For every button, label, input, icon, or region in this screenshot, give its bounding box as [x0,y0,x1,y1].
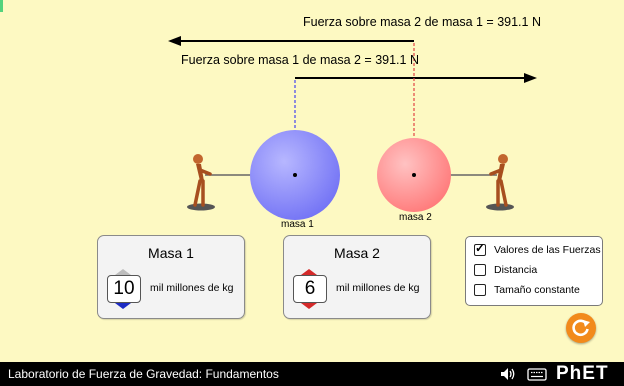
options-panel: ✓ Valores de las Fuerzas Distancia Tamañ… [465,236,603,306]
checkmark-icon: ✓ [475,241,486,255]
mass1-control-panel: Masa 1 10 mil millones de kg [97,235,245,319]
option-constant-size[interactable]: Tamaño constante [474,282,580,298]
force-arrow-on-mass2 [168,36,414,46]
checkbox-force-values[interactable]: ✓ [474,241,486,256]
mass2-panel-title: Masa 2 [334,245,380,261]
mass1-label: masa 1 [281,219,314,230]
force-arrow-on-mass1 [295,73,537,83]
mass2-control-panel: Masa 2 6 mil millones de kg [283,235,431,319]
mass2-value[interactable]: 6 [293,275,327,303]
mass2-label: masa 2 [399,212,432,223]
mass1-decrement-arrow[interactable] [115,303,131,309]
option-distance-label: Distancia [494,264,538,276]
right-puller-figure[interactable] [486,154,514,211]
footer-icons [501,368,547,381]
option-force-values[interactable]: ✓ Valores de las Fuerzas [474,242,601,258]
sim-screen: Fuerza sobre masa 2 de masa 1 = 391.1 N … [0,0,624,386]
checkbox-distance[interactable] [474,264,486,276]
mass1-spinner[interactable]: 10 [107,269,141,309]
mass2-center-dot [412,173,416,177]
left-puller-figure[interactable] [187,154,215,211]
mass1-value[interactable]: 10 [107,275,141,303]
sim-title: Laboratorio de Fuerza de Gravedad: Funda… [8,367,279,381]
phet-logo[interactable]: PhET [556,363,609,385]
mass1-panel-title: Masa 1 [148,245,194,261]
option-constant-size-label: Tamaño constante [494,284,580,296]
reset-all-button[interactable] [566,313,596,343]
mass1-center-dot [293,173,297,177]
option-distance[interactable]: Distancia [474,262,537,278]
mass2-decrement-arrow[interactable] [301,303,317,309]
navigation-bar: Laboratorio de Fuerza de Gravedad: Funda… [0,362,624,386]
sound-icon[interactable] [501,368,515,380]
mass2-spinner[interactable]: 6 [293,269,327,309]
force-label-on-mass1: Fuerza sobre masa 1 de masa 2 = 391.1 N [181,53,419,67]
option-force-values-label: Valores de las Fuerzas [494,244,601,256]
checkbox-constant-size[interactable] [474,284,486,296]
reset-icon [572,319,590,337]
mass1-unit: mil millones de kg [150,282,234,294]
mass2-unit: mil millones de kg [336,282,420,294]
force-label-on-mass2: Fuerza sobre masa 2 de masa 1 = 391.1 N [303,15,541,29]
keyboard-icon[interactable] [527,368,547,381]
